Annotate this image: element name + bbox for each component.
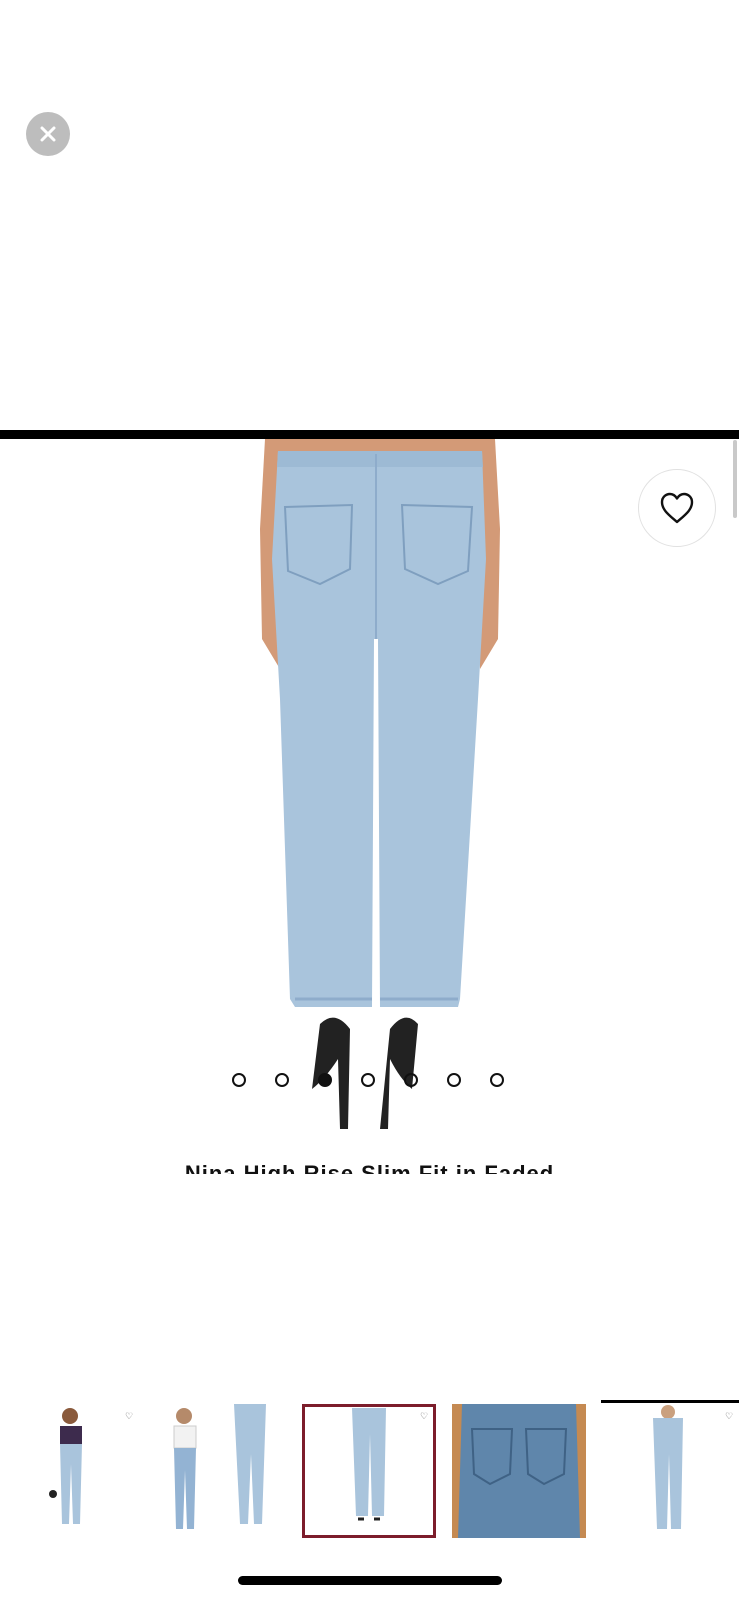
favorite-button[interactable] xyxy=(638,469,716,547)
pagination-dot-7[interactable] xyxy=(490,1073,504,1087)
image-pagination-dots xyxy=(232,1073,504,1087)
pagination-dot-5[interactable] xyxy=(404,1073,418,1087)
pagination-dot-2[interactable] xyxy=(275,1073,289,1087)
thumbnail-6-image: ♡ xyxy=(653,1405,733,1529)
pagination-dot-3-active[interactable] xyxy=(318,1073,332,1087)
thumbnail-1[interactable]: ♡ xyxy=(10,1404,144,1538)
thumbnail-5[interactable] xyxy=(452,1404,586,1538)
pagination-dot-1[interactable] xyxy=(232,1073,246,1087)
close-icon xyxy=(40,126,56,142)
thumbnail-2[interactable] xyxy=(154,1404,288,1538)
heart-outline-icon xyxy=(660,492,694,524)
thumbnail-1-image: ♡ xyxy=(49,1408,133,1524)
close-button[interactable] xyxy=(26,112,70,156)
product-main-image xyxy=(260,439,500,1129)
thumbnail-strip-rule xyxy=(601,1400,739,1403)
svg-text:♡: ♡ xyxy=(125,1411,133,1421)
image-viewer-top-rule xyxy=(0,430,739,439)
svg-text:♡: ♡ xyxy=(725,1411,733,1421)
svg-text:♡: ♡ xyxy=(420,1411,428,1421)
product-title: Nina High Rise Slim Fit in Faded xyxy=(184,1161,555,1174)
thumbnail-4-image: ♡ xyxy=(352,1408,428,1521)
home-indicator[interactable] xyxy=(238,1576,502,1585)
thumbnail-6[interactable]: ♡ xyxy=(601,1404,735,1538)
thumbnail-strip[interactable]: ♡ ♡ ♡ xyxy=(0,1400,739,1540)
product-image-viewer[interactable] xyxy=(0,439,739,1169)
thumbnail-4[interactable]: ♡ xyxy=(302,1404,436,1538)
pagination-dot-6[interactable] xyxy=(447,1073,461,1087)
pagination-dot-4[interactable] xyxy=(361,1073,375,1087)
thumbnail-5-image xyxy=(452,1404,586,1538)
thumbnail-2-image xyxy=(173,1404,266,1529)
vertical-scrollbar[interactable] xyxy=(733,440,737,518)
